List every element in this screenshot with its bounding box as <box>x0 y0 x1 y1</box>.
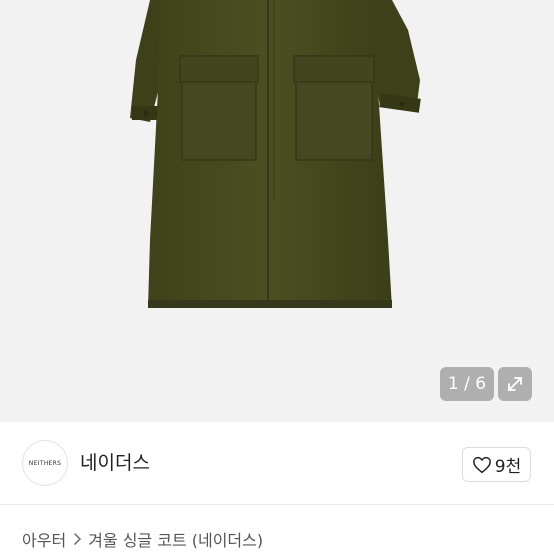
like-button[interactable]: 9천 <box>462 447 531 482</box>
product-photo <box>130 0 421 308</box>
seller-info-row: NEITHERS 네이더스 9천 <box>0 422 554 504</box>
expand-image-button[interactable] <box>498 367 532 401</box>
breadcrumb-category[interactable]: 아우터 <box>22 527 66 551</box>
expand-arrows-icon <box>508 377 522 391</box>
image-page-counter: 1 / 6 <box>440 367 494 401</box>
like-count: 9천 <box>494 457 522 477</box>
seller-avatar-logo-text: NEITHERS <box>28 459 62 467</box>
section-divider <box>0 504 554 505</box>
product-image-gallery[interactable]: 1 / 6 <box>0 0 554 422</box>
chevron-right-icon <box>72 532 82 546</box>
seller-name[interactable]: 네이더스 <box>80 451 150 475</box>
heart-outline-icon <box>472 456 491 473</box>
product-title: 겨울 싱글 코트 (네이더스) <box>88 531 264 550</box>
breadcrumb: 아우터 겨울 싱글 코트 (네이더스) <box>22 527 263 551</box>
seller-avatar[interactable]: NEITHERS <box>22 440 68 486</box>
